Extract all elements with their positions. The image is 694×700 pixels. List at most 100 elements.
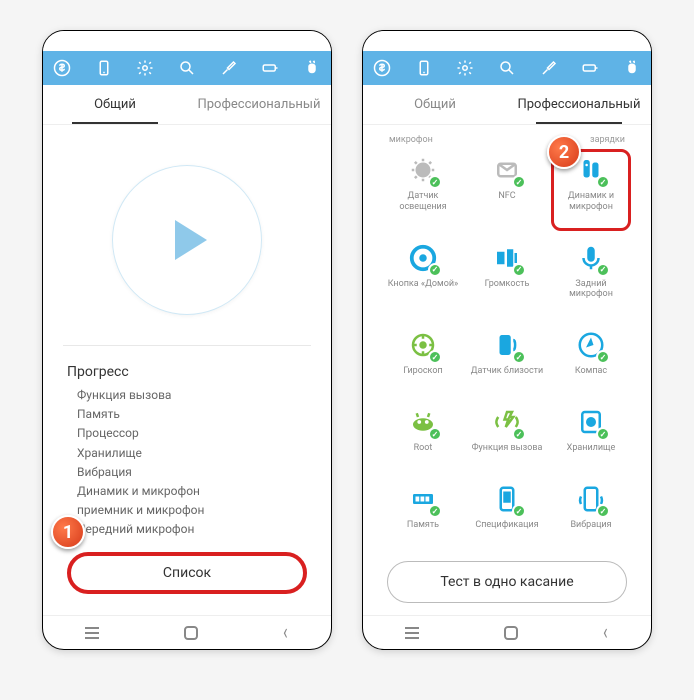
tab-general[interactable]: Общий	[43, 85, 187, 124]
play-button[interactable]	[112, 165, 262, 315]
progress-item: Процессор	[77, 424, 311, 443]
check-badge-icon	[596, 175, 610, 189]
grid-cell-label: Память	[407, 520, 439, 531]
grid-cell-label: Динамик и микрофон	[554, 191, 628, 213]
progress-item: Хранилище	[77, 444, 311, 463]
phone-icon[interactable]	[95, 59, 113, 77]
check-badge-icon	[428, 427, 442, 441]
toolbar	[43, 51, 331, 85]
grid-cell[interactable]: Компас	[551, 324, 631, 395]
nav-home-icon[interactable]	[504, 626, 518, 640]
check-badge-icon	[596, 263, 610, 277]
search-icon[interactable]	[498, 59, 516, 77]
tab-professional[interactable]: Профессиональный	[187, 85, 331, 124]
one-touch-test-button[interactable]: Тест в одно касание	[387, 561, 627, 603]
check-badge-icon	[596, 350, 610, 364]
nav-bar: ‹	[363, 615, 651, 649]
search-icon[interactable]	[178, 59, 196, 77]
progress-item: Вибрация	[77, 463, 311, 482]
test-icon	[408, 330, 438, 360]
tab-general[interactable]: Общий	[363, 85, 507, 124]
grid-cell-label: Хранилище	[567, 443, 616, 454]
grid-cell-label: Вибрация	[570, 520, 611, 531]
test-icon	[576, 484, 606, 514]
grid-cell[interactable]: Гироскоп	[383, 324, 463, 395]
nav-back-icon[interactable]: ‹	[283, 620, 288, 645]
tabs: Общий Профессиональный	[363, 85, 651, 125]
brush-icon[interactable]	[540, 59, 558, 77]
check-badge-icon	[512, 263, 526, 277]
grid-cell[interactable]: Функция вызова	[467, 401, 547, 472]
play-icon	[175, 220, 207, 260]
progress-item: Передний микрофон	[77, 520, 311, 539]
rabbit-icon[interactable]	[623, 59, 641, 77]
grid-cell[interactable]: NFC	[467, 149, 547, 231]
grid-cell-label: Датчик близости	[471, 366, 543, 377]
grid-cell[interactable]: Громкость	[467, 237, 547, 319]
grid-cell-label: Компас	[575, 366, 607, 377]
check-badge-icon	[512, 504, 526, 518]
grid-cell[interactable]: Root	[383, 401, 463, 472]
dollar-icon[interactable]	[373, 59, 391, 77]
tab-professional[interactable]: Профессиональный	[507, 85, 651, 124]
test-icon	[408, 484, 438, 514]
phone-left: Общий Профессиональный Прогресс Функция …	[42, 30, 332, 650]
grid-cell[interactable]: Задний микрофон	[551, 237, 631, 319]
test-icon	[576, 330, 606, 360]
check-badge-icon	[512, 427, 526, 441]
grid-cell-label: Root	[414, 443, 433, 454]
tabs: Общий Профессиональный	[43, 85, 331, 125]
progress-item: приемник и микрофон	[77, 501, 311, 520]
header-mini-row: микрофон зарядки	[383, 135, 631, 149]
test-icon	[576, 407, 606, 437]
test-icon	[492, 155, 522, 185]
grid-cell[interactable]: Вибрация	[551, 478, 631, 549]
gear-icon[interactable]	[136, 59, 154, 77]
grid-cell-label: Громкость	[485, 279, 530, 290]
test-grid: Датчик освещения NFC Динамик и микрофон Кно…	[383, 149, 631, 549]
nav-recent-icon[interactable]	[405, 627, 419, 639]
brush-icon[interactable]	[220, 59, 238, 77]
test-icon	[408, 243, 438, 273]
grid-cell[interactable]: Спецификация	[467, 478, 547, 549]
battery-icon[interactable]	[261, 59, 279, 77]
progress-title: Прогресс	[67, 364, 311, 380]
test-icon	[408, 407, 438, 437]
dollar-icon[interactable]	[53, 59, 71, 77]
content-professional: микрофон зарядки Датчик освещения NFC Дина…	[363, 125, 651, 615]
grid-cell-label: Гироскоп	[403, 366, 442, 377]
check-badge-icon	[512, 350, 526, 364]
status-bar	[363, 31, 651, 51]
grid-cell[interactable]: Датчик близости	[467, 324, 547, 395]
phone-right: Общий Профессиональный микрофон зарядки …	[362, 30, 652, 650]
callout-badge-1: 1	[51, 515, 85, 549]
check-badge-icon	[428, 263, 442, 277]
grid-cell-label: Спецификация	[475, 520, 538, 531]
phone-icon[interactable]	[415, 59, 433, 77]
check-badge-icon	[512, 175, 526, 189]
grid-cell[interactable]: Кнопка «Домой»	[383, 237, 463, 319]
grid-cell-label: NFC	[498, 191, 515, 202]
gear-icon[interactable]	[456, 59, 474, 77]
rabbit-icon[interactable]	[303, 59, 321, 77]
grid-cell[interactable]: Память	[383, 478, 463, 549]
check-badge-icon	[596, 504, 610, 518]
test-icon	[492, 243, 522, 273]
test-icon	[492, 330, 522, 360]
check-badge-icon	[428, 504, 442, 518]
grid-cell[interactable]: Хранилище	[551, 401, 631, 472]
grid-cell[interactable]: Датчик освещения	[383, 149, 463, 231]
mini-label-charge: зарядки	[590, 135, 625, 145]
nav-back-icon[interactable]: ‹	[603, 620, 608, 645]
grid-cell-label: Датчик освещения	[385, 191, 461, 213]
nav-recent-icon[interactable]	[85, 627, 99, 639]
nav-bar: ‹	[43, 615, 331, 649]
list-button[interactable]: Список	[67, 552, 307, 594]
progress-item: Память	[77, 405, 311, 424]
mini-label-mic: микрофон	[389, 135, 433, 145]
status-bar	[43, 31, 331, 51]
nav-home-icon[interactable]	[184, 626, 198, 640]
progress-item: Динамик и микрофон	[77, 482, 311, 501]
callout-badge-2: 2	[547, 135, 581, 169]
battery-icon[interactable]	[581, 59, 599, 77]
